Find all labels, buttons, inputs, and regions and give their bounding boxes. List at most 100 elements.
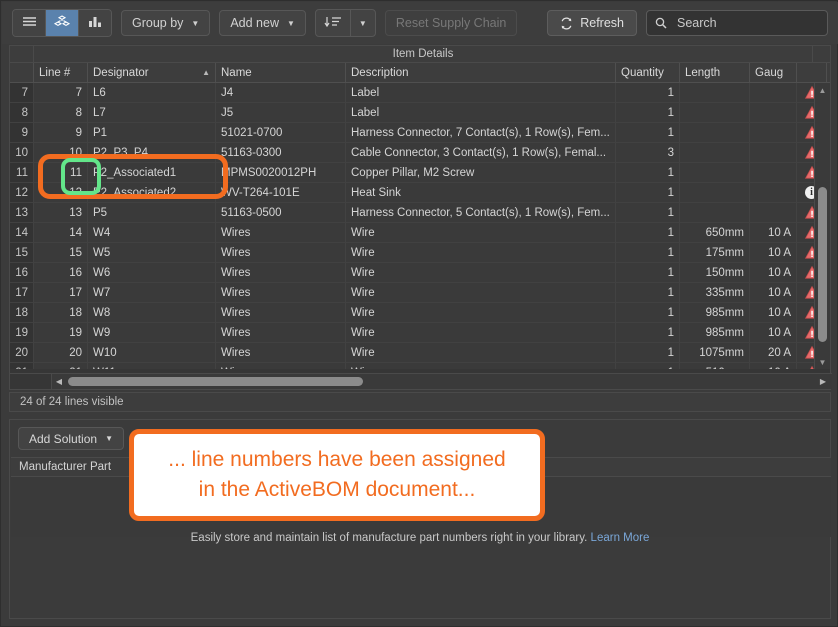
horizontal-scroll-thumb[interactable] [68,377,363,386]
table-row[interactable]: 1818W8WiresWire1985mm10 A [10,303,830,323]
cell-line-number: 20 [34,343,88,362]
table-row[interactable]: 1111P2_Associated1MPMS0020012PHCopper Pi… [10,163,830,183]
table-row[interactable]: 1313P551163-0500Harness Connector, 5 Con… [10,203,830,223]
grid-vertical-scrollbar[interactable]: ▲ ▼ [814,83,830,369]
column-header-quantity[interactable]: Quantity [616,63,680,82]
row-gutter-number: 19 [10,323,34,342]
column-header-status[interactable] [797,63,827,82]
cell-line-number: 7 [34,83,88,102]
search-box[interactable] [646,10,828,36]
column-header-length-label: Length [685,67,720,79]
scroll-up-icon[interactable]: ▲ [815,83,830,97]
chart-view-button[interactable] [79,10,111,36]
row-gutter-number: 16 [10,263,34,282]
table-row[interactable]: 88L7J5Label1 [10,103,830,123]
cell-gauge: 10 A [750,323,797,342]
cell-gauge: 10 A [750,303,797,322]
table-row[interactable]: 2121W11WiresWire1510mm10 A [10,363,830,369]
cell-length: 510mm [680,363,750,369]
row-gutter-number: 10 [10,143,34,162]
table-row[interactable]: 99P151021-0700Harness Connector, 7 Conta… [10,123,830,143]
table-row[interactable]: 1616W6WiresWire1150mm10 A [10,263,830,283]
cell-name: 51163-0500 [216,203,346,222]
table-row[interactable]: 2020W10WiresWire11075mm20 A [10,343,830,363]
add-new-label: Add new [230,16,279,30]
cell-gauge [750,123,797,142]
grid-horizontal-scrollbar[interactable]: ◀ ▶ [10,373,832,389]
cell-designator: W11 [88,363,216,369]
lines-visible-text: 24 of 24 lines visible [20,396,124,408]
refresh-button[interactable]: Refresh [547,10,637,36]
cell-line-number: 12 [34,183,88,202]
row-gutter-number: 18 [10,303,34,322]
table-row[interactable]: 1010P2, P3, P451163-0300Cable Connector,… [10,143,830,163]
scroll-down-icon[interactable]: ▼ [815,355,830,369]
column-header-length[interactable]: Length [680,63,750,82]
column-header-gauge[interactable]: Gaug [750,63,797,82]
refresh-label: Refresh [580,16,624,30]
cell-length: 985mm [680,303,750,322]
column-header-name-label: Name [221,67,252,79]
cell-name: Wires [216,303,346,322]
sort-button[interactable] [316,10,351,36]
cell-quantity: 1 [616,263,680,282]
panel-footnote: Easily store and maintain list of manufa… [10,532,830,544]
vertical-scroll-thumb[interactable] [818,187,827,342]
callout-line-2: in the ActiveBOM document... [199,475,476,505]
cell-designator: P2, P3, P4 [88,143,216,162]
column-header-designator[interactable]: Designator ▲ [88,63,216,82]
group-header-title: Item Details [34,46,813,62]
toolbar: Group by ▼ Add new ▼ [2,2,838,44]
cell-length [680,203,750,222]
sort-dropdown-button[interactable]: ▼ [351,10,375,36]
cell-line-number: 14 [34,223,88,242]
row-gutter-number: 7 [10,83,34,102]
cell-description: Wire [346,283,616,302]
column-header-name[interactable]: Name [216,63,346,82]
table-row[interactable]: 1212P2_Associated2WV-T264-101EHeat Sink1… [10,183,830,203]
search-input[interactable] [675,15,819,31]
table-row[interactable]: 1414W4WiresWire1650mm10 A [10,223,830,243]
cell-line-number: 19 [34,323,88,342]
grid-group-header: Item Details [10,46,830,63]
cell-line-number: 8 [34,103,88,122]
reset-supply-chain-button[interactable]: Reset Supply Chain [385,10,517,36]
group-by-button[interactable]: Group by ▼ [121,10,210,36]
cell-description: Wire [346,343,616,362]
table-row[interactable]: 77L6J4Label1 [10,83,830,103]
list-icon [22,16,37,30]
cell-length: 1075mm [680,343,750,362]
list-view-button[interactable] [13,10,46,36]
scroll-right-icon[interactable]: ▶ [816,377,830,386]
cell-description: Copper Pillar, M2 Screw [346,163,616,182]
cell-length [680,143,750,162]
column-header-line[interactable]: Line # [34,63,88,82]
cell-line-number: 13 [34,203,88,222]
chevron-down-icon: ▼ [287,19,295,28]
cell-name: 51021-0700 [216,123,346,142]
cell-quantity: 1 [616,203,680,222]
cell-designator: P2_Associated1 [88,163,216,182]
cell-description: Cable Connector, 3 Contact(s), 1 Row(s),… [346,143,616,162]
row-gutter-number: 17 [10,283,34,302]
cell-gauge [750,203,797,222]
cell-gauge: 10 A [750,263,797,282]
cell-description: Wire [346,243,616,262]
cell-quantity: 1 [616,283,680,302]
column-header-description[interactable]: Description [346,63,616,82]
learn-more-link[interactable]: Learn More [591,532,650,544]
scroll-left-icon[interactable]: ◀ [52,377,66,386]
table-row[interactable]: 1717W7WiresWire1335mm10 A [10,283,830,303]
add-solution-button[interactable]: Add Solution ▼ [18,427,124,450]
cell-designator: P5 [88,203,216,222]
cell-length: 985mm [680,323,750,342]
add-new-button[interactable]: Add new ▼ [219,10,306,36]
parts-view-button[interactable] [46,10,79,36]
table-row[interactable]: 1515W5WiresWire1175mm10 A [10,243,830,263]
table-row[interactable]: 1919W9WiresWire1985mm10 A [10,323,830,343]
column-header-manufacturer-part[interactable]: Manufacturer Part [11,458,137,476]
chevron-down-icon: ▼ [191,19,199,28]
view-mode-group [12,9,112,37]
group-by-label: Group by [132,16,183,30]
grid-column-header: Line # Designator ▲ Name Description Qua… [10,63,830,83]
